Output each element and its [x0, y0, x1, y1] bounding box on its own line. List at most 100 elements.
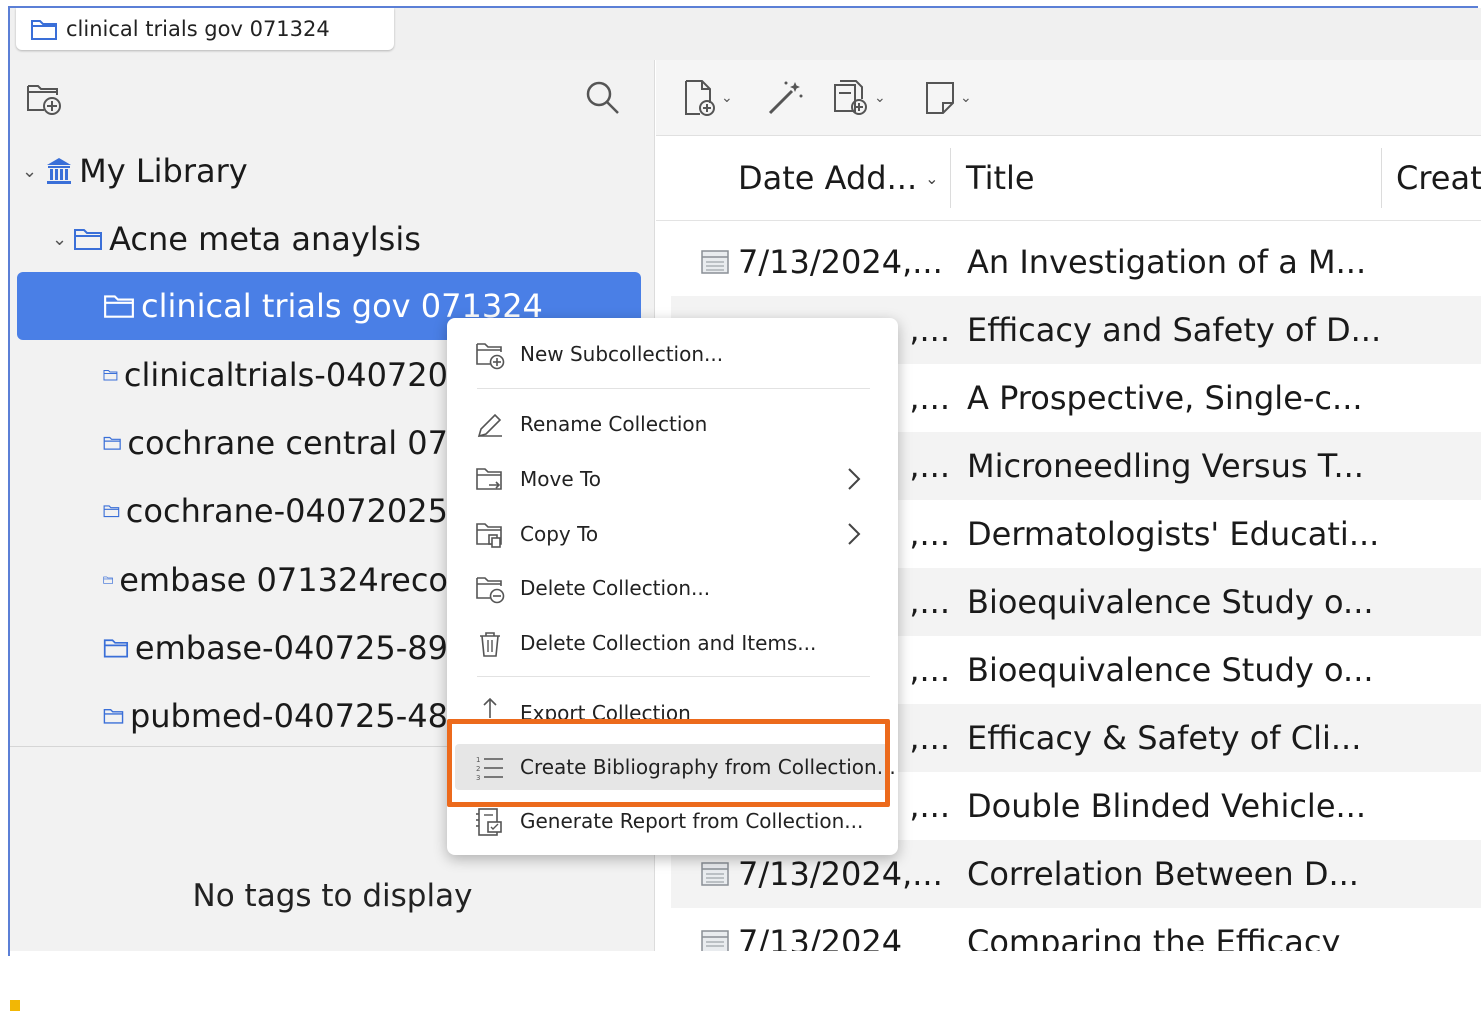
row-title: Dermatologists' Educati... — [967, 515, 1380, 553]
row-title: Bioequivalence Study o... — [967, 651, 1374, 689]
menu-item-new-subcollection[interactable]: New Subcollection... — [455, 331, 890, 377]
menu-item-label: Create Bibliography from Collection... — [520, 755, 896, 779]
tree-collection-label: embase-040725-89 — [134, 629, 448, 667]
items-table-header: Date Add... ⌄ Title Creat — [656, 136, 1481, 221]
note-icon — [926, 82, 954, 114]
menu-item-label: Move To — [520, 467, 602, 491]
row-title: Efficacy & Safety of Cli... — [967, 719, 1362, 757]
folder-icon — [31, 20, 57, 40]
pencil-icon — [477, 413, 502, 438]
report-icon — [476, 808, 502, 836]
new-item-icon — [685, 80, 715, 116]
chevron-down-icon: ⌄ — [721, 90, 733, 106]
row-title: Microneedling Versus T... — [967, 447, 1364, 485]
magic-wand-button[interactable] — [766, 78, 804, 118]
collections-toolbar — [10, 60, 655, 132]
folder-icon — [103, 576, 113, 584]
export-icon — [480, 697, 500, 722]
table-row[interactable]: 7/13/2024 Comparing the Efficacy — [671, 908, 1481, 951]
tab-collection[interactable]: clinical trials gov 071324 — [16, 8, 394, 50]
column-separator[interactable] — [950, 148, 951, 208]
tree-collection[interactable]: cochrane-04072025 — [103, 480, 448, 542]
tree-collection[interactable]: clinicaltrials-040720 — [103, 344, 448, 406]
tree-collection[interactable]: embase-040725-89 — [103, 617, 448, 679]
context-menu: New Subcollection... Rename Collection M… — [447, 318, 898, 855]
menu-item-move-to[interactable]: Move To — [455, 456, 890, 502]
column-date-label: Date Add... — [738, 159, 918, 197]
menu-item-label: Delete Collection... — [520, 576, 711, 600]
menu-item-create-bibliography[interactable]: 123 Create Bibliography from Collection.… — [455, 744, 896, 790]
menu-item-label: Rename Collection — [520, 412, 708, 436]
menu-item-export[interactable]: Export Collection — [455, 690, 890, 724]
column-header-creator[interactable]: Creat — [1396, 136, 1481, 220]
document-icon — [701, 862, 729, 886]
tree-acne-meta[interactable]: ⌄ Acne meta anaylsis — [52, 208, 652, 270]
chevron-down-icon: ⌄ — [960, 90, 972, 106]
row-title: Bioequivalence Study o... — [967, 583, 1374, 621]
tree-collection-label: cochrane-04072025 — [125, 492, 448, 530]
row-date: 7/13/2024 — [738, 923, 903, 951]
trash-icon — [480, 632, 500, 657]
tree-collection[interactable]: embase 071324reco — [103, 549, 448, 611]
menu-item-delete-collection-items[interactable]: Delete Collection and Items... — [455, 620, 890, 666]
tree-acne-meta-label: Acne meta anaylsis — [109, 220, 421, 258]
move-folder-icon — [476, 468, 502, 490]
row-title: Correlation Between D... — [967, 855, 1359, 893]
column-header-title[interactable]: Title — [966, 136, 1035, 220]
tree-collection-label: pubmed-040725-48 — [129, 697, 448, 735]
tab-bar: clinical trials gov 071324 — [10, 8, 1481, 60]
menu-separator — [477, 676, 870, 677]
menu-item-label: Generate Report from Collection... — [520, 809, 864, 833]
chevron-down-icon[interactable]: ⌄ — [52, 229, 67, 250]
add-attachment-icon — [834, 80, 867, 115]
folder-icon — [74, 229, 103, 250]
menu-item-label: New Subcollection... — [520, 342, 724, 366]
chevron-down-icon: ⌄ — [925, 168, 939, 188]
no-tags-text: No tags to display — [192, 878, 473, 914]
new-item-button[interactable]: ⌄ — [683, 78, 733, 118]
menu-item-delete-collection[interactable]: Delete Collection... — [455, 565, 890, 611]
menu-item-label: Copy To — [520, 522, 599, 546]
row-date: 7/13/2024,... — [738, 243, 943, 281]
svg-text:2: 2 — [476, 765, 480, 773]
row-title: Double Blinded Vehicle... — [967, 787, 1367, 825]
folder-icon — [103, 505, 120, 518]
row-title: A Prospective, Single-c... — [967, 379, 1363, 417]
tree-collection[interactable]: pubmed-040725-48 — [103, 685, 448, 747]
new-collection-icon[interactable] — [26, 82, 62, 116]
chevron-down-icon[interactable]: ⌄ — [22, 161, 37, 182]
tree-collection-label: embase 071324reco — [119, 561, 448, 599]
document-icon — [701, 250, 729, 274]
menu-item-rename[interactable]: Rename Collection — [455, 401, 890, 447]
column-separator[interactable] — [1381, 148, 1382, 208]
svg-text:3: 3 — [476, 774, 480, 782]
folder-icon — [103, 639, 129, 658]
folder-icon — [103, 709, 124, 724]
row-title: An Investigation of a M... — [967, 243, 1367, 281]
new-subcollection-icon — [476, 343, 505, 370]
copy-folder-icon — [476, 523, 502, 548]
menu-item-label: Export Collection — [520, 701, 691, 724]
magic-wand-icon — [768, 81, 803, 115]
new-note-button[interactable]: ⌄ — [924, 78, 972, 118]
svg-text:1: 1 — [476, 756, 480, 764]
column-header-date[interactable]: Date Add... ⌄ — [738, 136, 939, 220]
menu-item-generate-report[interactable]: Generate Report from Collection... — [455, 798, 890, 844]
document-icon — [701, 930, 729, 951]
search-icon[interactable] — [585, 80, 621, 116]
yellow-mark — [10, 1000, 20, 1011]
tree-collection[interactable]: cochrane central 07 — [103, 412, 448, 474]
row-title: Comparing the Efficacy — [967, 923, 1341, 951]
items-toolbar: ⌄ ⌄ ⌄ — [656, 60, 1481, 136]
folder-icon — [103, 436, 121, 450]
row-title: Efficacy and Safety of D... — [967, 311, 1382, 349]
chevron-right-icon — [848, 468, 861, 490]
table-row[interactable]: 7/13/2024,... An Investigation of a M... — [671, 228, 1481, 296]
menu-item-copy-to[interactable]: Copy To — [455, 511, 890, 557]
library-icon — [47, 158, 72, 184]
new-note-collection-button[interactable]: ⌄ — [832, 78, 886, 118]
tree-my-library[interactable]: ⌄ My Library — [22, 140, 642, 202]
chevron-right-icon — [848, 523, 861, 545]
folder-icon — [103, 370, 118, 381]
numbered-list-icon: 123 — [476, 756, 503, 782]
